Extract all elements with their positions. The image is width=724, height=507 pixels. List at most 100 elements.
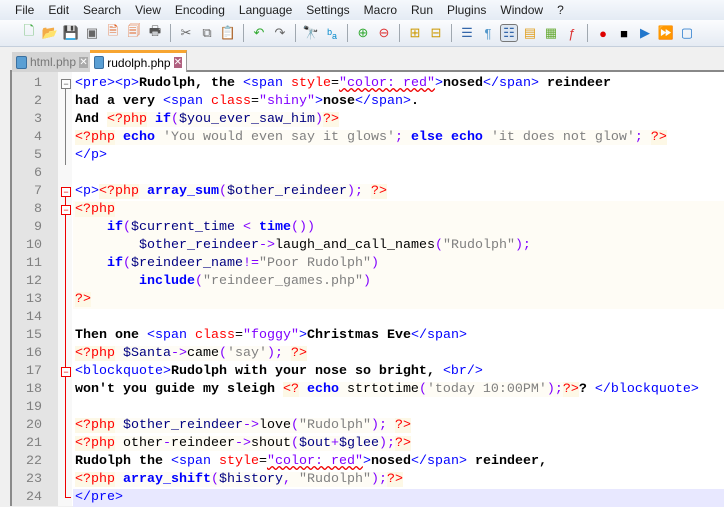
code-line[interactable]: 23 <?php array_shift($history, "Rudolph")…: [12, 471, 724, 489]
code-line[interactable]: 6: [12, 165, 724, 183]
code-line[interactable]: 1 − <pre><p>Rudolph, the <span style="colo…: [12, 75, 724, 93]
fold-toggle-icon[interactable]: −: [61, 205, 71, 215]
close-all-icon[interactable]: 🗐: [125, 23, 143, 42]
code-line[interactable]: 20 <?php $other_reindeer->love("Rudolph")…: [12, 417, 724, 435]
play-multiple-macro-icon[interactable]: ⏩: [657, 24, 675, 42]
code-line[interactable]: 4 <?php echo 'You would even say it glows…: [12, 129, 724, 147]
token-kw: array_shift: [115, 472, 211, 487]
new-file-icon[interactable]: 🗋: [20, 23, 38, 42]
token-fn: strtotime: [338, 382, 419, 397]
show-all-chars-icon[interactable]: ¶: [479, 24, 497, 42]
paste-icon[interactable]: 📋: [219, 24, 237, 42]
save-all-icon[interactable]: ▣: [83, 24, 101, 42]
undo-icon[interactable]: ↶: [250, 24, 268, 42]
token-kw: if: [107, 256, 123, 271]
code-line[interactable]: 24 </pre>: [12, 489, 724, 507]
indent-guide-icon[interactable]: ☷: [500, 24, 518, 42]
close-icon[interactable]: 🗎: [104, 23, 122, 42]
menu-file[interactable]: File: [8, 3, 41, 17]
replace-icon[interactable]: ᵇₐ: [323, 24, 341, 42]
zoom-in-icon[interactable]: ⊕: [354, 24, 372, 42]
menu-edit[interactable]: Edit: [41, 3, 76, 17]
line-number: 6: [34, 166, 42, 181]
record-macro-icon[interactable]: ●: [594, 24, 612, 42]
menu-window[interactable]: Window: [493, 3, 550, 17]
code-line[interactable]: 22 Rudolph the <span style="color: red">n…: [12, 453, 724, 471]
copy-icon[interactable]: ⧉: [198, 24, 216, 42]
code-line[interactable]: 16 <?php $Santa->came('say'); ?>: [12, 345, 724, 363]
code-text: And <?php if($you_ever_saw_him)?>: [73, 111, 724, 129]
toolbar-separator: [399, 24, 400, 42]
open-file-icon[interactable]: 📂: [41, 24, 59, 42]
toolbar-separator: [295, 24, 296, 42]
menu-settings[interactable]: Settings: [299, 3, 356, 17]
sync-horizontal-icon[interactable]: ⊟: [427, 24, 445, 42]
code-line[interactable]: 10 $other_reindeer->laugh_and_call_names…: [12, 237, 724, 255]
find-icon[interactable]: 🔭: [302, 24, 320, 42]
token-t: nosed: [370, 454, 411, 469]
menu-run[interactable]: Run: [404, 3, 440, 17]
menu-plugins[interactable]: Plugins: [440, 3, 493, 17]
close-tab-icon[interactable]: ✕: [79, 56, 88, 68]
close-tab-icon[interactable]: ✕: [173, 57, 182, 68]
code-text: if($reindeer_name!="Poor Rudolph"): [73, 255, 724, 273]
print-icon[interactable]: 🖶: [146, 23, 164, 42]
token-tag: </span>: [354, 94, 411, 109]
menu-macro[interactable]: Macro: [357, 3, 404, 17]
redo-icon[interactable]: ↷: [271, 24, 289, 42]
code-line[interactable]: 19: [12, 399, 724, 417]
token-attr: class: [210, 94, 251, 109]
code-line[interactable]: 18 won't you guide my sleigh <? echo strt…: [12, 381, 724, 399]
menu-encoding[interactable]: Encoding: [168, 3, 232, 17]
token-kw: array_sum: [139, 184, 219, 199]
code-line[interactable]: 8 − <?php: [12, 201, 724, 219]
code-line[interactable]: 15 Then one <span class="foggy">Christmas…: [12, 327, 724, 345]
line-number: 7: [34, 184, 42, 199]
menu-search[interactable]: Search: [76, 3, 128, 17]
stop-macro-icon[interactable]: ■: [615, 24, 633, 42]
code-line[interactable]: 17 − <blockquote>Rudolph with your nose so…: [12, 363, 724, 381]
token-op: (: [171, 112, 179, 127]
fold-toggle-icon[interactable]: −: [61, 187, 71, 197]
function-list-icon[interactable]: ƒ: [563, 24, 581, 42]
zoom-out-icon[interactable]: ⊖: [375, 24, 393, 42]
code-line[interactable]: 12 include("reindeer_games.php"): [12, 273, 724, 291]
token-var: $other_reindeer: [226, 184, 347, 199]
code-editor[interactable]: 1− <pre><p>Rudolph, the <span style="colo…: [10, 72, 724, 507]
code-line[interactable]: 14: [12, 309, 724, 327]
token-t: ?: [578, 382, 595, 397]
menu-help[interactable]: ?: [550, 3, 571, 17]
code-line[interactable]: 3 And <?php if($you_ever_saw_him)?>: [12, 111, 724, 129]
cut-icon[interactable]: ✂: [177, 24, 195, 42]
play-macro-icon[interactable]: ▶: [636, 24, 654, 42]
token-t: .: [410, 94, 419, 109]
token-str: "reindeer_games.php": [203, 274, 363, 289]
user-language-icon[interactable]: ▤: [521, 24, 539, 42]
menu-view[interactable]: View: [128, 3, 168, 17]
token-var: $glee: [339, 436, 379, 451]
code-line[interactable]: 11 if($reindeer_name!="Poor Rudolph"): [12, 255, 724, 273]
tab-rudolph-php[interactable]: rudolph.php ✕: [90, 50, 187, 72]
code-line[interactable]: 13 ?>: [12, 291, 724, 309]
menu-language[interactable]: Language: [232, 3, 299, 17]
save-icon[interactable]: 💾: [62, 24, 80, 42]
code-text: <?php array_shift($history, "Rudolph");?…: [73, 471, 724, 489]
document-map-icon[interactable]: ▦: [542, 24, 560, 42]
code-line[interactable]: 2 had a very <span class="shiny">nose</sp…: [12, 93, 724, 111]
code-line[interactable]: 9 if($current_time < time()): [12, 219, 724, 237]
token-op: );: [546, 382, 563, 397]
word-wrap-icon[interactable]: ☰: [458, 24, 476, 42]
token-t: Rudolph with your nose so bright,: [170, 364, 443, 379]
code-line[interactable]: 21 <?php other-reindeer->shout($out+$glee…: [12, 435, 724, 453]
fold-toggle-icon[interactable]: −: [61, 367, 71, 377]
tab-html-php[interactable]: html.php ✕: [12, 52, 92, 72]
token-str: "Rudolph": [298, 418, 371, 433]
code-line[interactable]: 5 </p>: [12, 147, 724, 165]
save-macro-icon[interactable]: ▢: [678, 24, 696, 42]
token-t: won't you guide my sleigh: [75, 382, 283, 397]
token-var: $other_reindeer: [139, 238, 259, 253]
token-php: ?>: [386, 472, 403, 487]
fold-toggle-icon[interactable]: −: [61, 79, 71, 89]
code-line[interactable]: 7 − <p><?php array_sum($other_reindeer); ?…: [12, 183, 724, 201]
sync-vertical-icon[interactable]: ⊞: [406, 24, 424, 42]
